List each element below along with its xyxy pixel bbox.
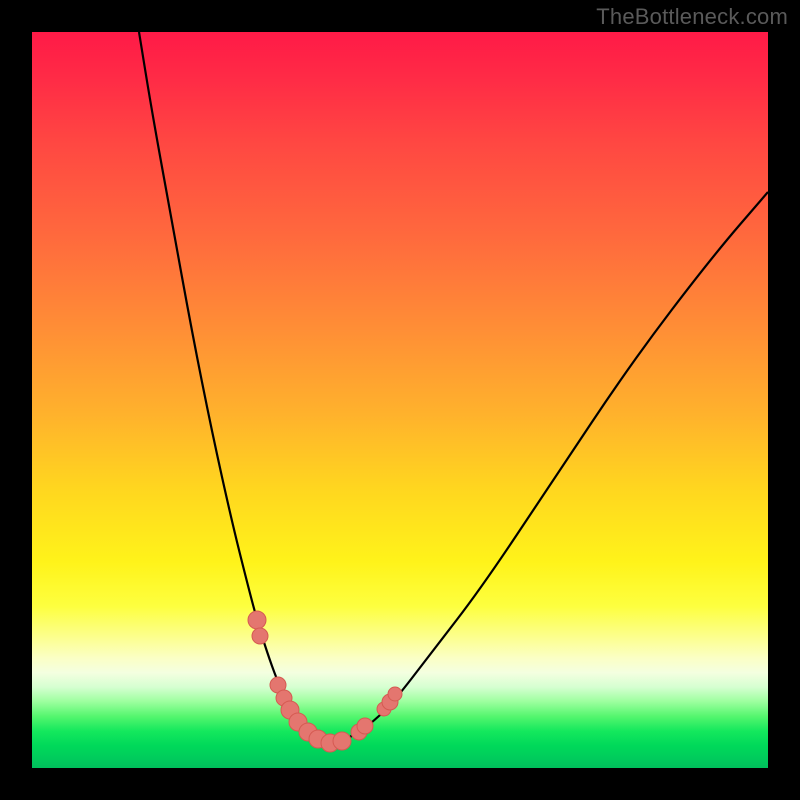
watermark-text: TheBottleneck.com <box>596 4 788 30</box>
data-marker <box>248 611 266 629</box>
chart-frame: TheBottleneck.com <box>0 0 800 800</box>
data-marker <box>252 628 268 644</box>
bottleneck-curve <box>139 32 768 742</box>
curve-layer <box>32 32 768 768</box>
data-markers <box>248 611 402 752</box>
data-marker <box>357 718 373 734</box>
data-marker <box>333 732 351 750</box>
plot-area <box>32 32 768 768</box>
data-marker <box>388 687 402 701</box>
